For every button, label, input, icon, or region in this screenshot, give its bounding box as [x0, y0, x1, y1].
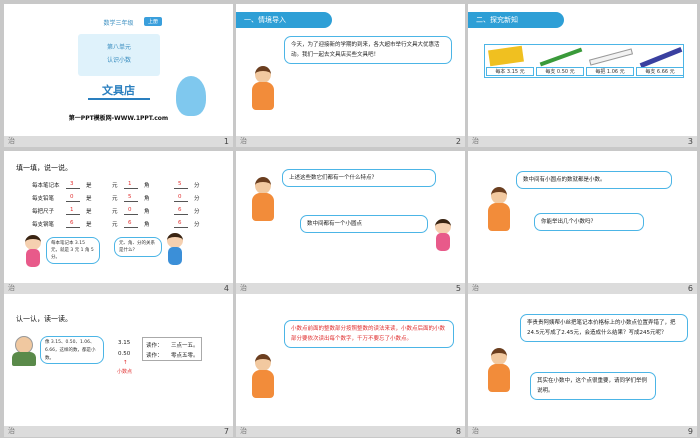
ruler-illustration	[588, 48, 634, 66]
speech-bubble: 数中间有小圆点的数就都是小数。	[516, 171, 672, 189]
slide-thumbnail-2[interactable]: 一、情境导入 今天，为了迎接新的学期的到来，各大超市举行文具大优惠活动。我们一起…	[236, 4, 465, 147]
slide-sorter-grid: 数学三年级 上册 第八单元 认识小数 文具店 第一PPT模板网-WWW.1PPT…	[0, 0, 700, 438]
slide-thumbnail-1[interactable]: 数学三年级 上册 第八单元 认识小数 文具店 第一PPT模板网-WWW.1PPT…	[4, 4, 233, 147]
unit-label: 第八单元	[106, 44, 131, 51]
slide-number: 9	[687, 427, 693, 436]
volume-badge: 上册	[144, 17, 163, 26]
slide-number: 8	[455, 427, 461, 436]
slide-number: 7	[223, 427, 229, 436]
grade-label: 数学三年级	[103, 20, 134, 27]
slide-footer: 治 4	[4, 283, 233, 294]
reading-box: 读作： 三点一五。 读作： 零点五零。	[142, 337, 202, 361]
kid-speech-bubble: 元、角、分的关系是什么？	[114, 237, 162, 257]
table-row: 每把尺子 1 是 元 0 角 6 分	[32, 207, 200, 215]
price-label: 每支 0.50 元	[536, 67, 584, 76]
footer-mark: 治	[8, 137, 15, 145]
unit-card: 第八单元 认识小数	[78, 34, 160, 76]
speech-bubble: 像 3.15、0.50、1.06、6.66，这样的数，都是小数。	[40, 336, 104, 364]
notebook-illustration	[488, 45, 524, 67]
slide-footer: 治 3	[468, 136, 697, 147]
slide-footer: 治 7	[4, 426, 233, 437]
example-number: 3.15	[118, 340, 131, 346]
teacher-illustration	[484, 187, 514, 235]
teacher-illustration	[248, 354, 278, 402]
speech-bubble: 小数点前面的整数部分按照整数的读法来读，小数点后面的小数部分要依次读出每个数字，…	[284, 320, 454, 348]
topic-label: 认识小数	[106, 57, 131, 64]
table-row: 每本笔记本 3 是 元 1 角 5 分	[32, 181, 200, 189]
teacher-illustration	[484, 348, 514, 396]
teacher-illustration	[248, 66, 278, 114]
girl-illustration	[432, 219, 454, 253]
kid-speech-bubble: 每本笔记本 3.15 元，就是 3 元 1 角 5 分。	[46, 237, 100, 264]
slide-footer: 治 5	[236, 283, 465, 294]
table-row: 每支钢笔 6 是 元 6 角 6 分	[32, 220, 200, 228]
speech-bubble: 今天，为了迎接新的学期的到来，各大超市举行文具大优惠活动。我们一起去文具店买些文…	[284, 36, 452, 64]
slide-thumbnail-4[interactable]: 填一填，说一说。 每本笔记本 3 是 元 1 角 5 分 每支铅笔 0 是 元 …	[4, 151, 233, 294]
price-label: 每本 3.15 元	[486, 67, 534, 76]
boy-illustration	[164, 233, 186, 267]
slide-footer: 治 2	[236, 136, 465, 147]
decimal-point-label: 小数点	[117, 369, 133, 375]
speech-bubble: 上述这些数它们都有一个什么特点？	[282, 169, 436, 187]
arrow-up-icon: ↑	[123, 360, 128, 366]
price-label: 每把 1.06 元	[586, 67, 634, 76]
title-underline	[88, 98, 150, 100]
slide-footer: 治 8	[236, 426, 465, 437]
table-row: 每支铅笔 0 是 元 5 角 0 分	[32, 194, 200, 202]
teacher-illustration	[248, 177, 278, 225]
example-number: 0.50	[118, 351, 131, 357]
slide-heading: 填一填，说一说。	[16, 164, 72, 172]
slide-thumbnail-6[interactable]: 数中间有小圆点的数就都是小数。 你能举出几个小数吗？ 治 6	[468, 151, 697, 294]
price-strip: 每本 3.15 元 每支 0.50 元 每把 1.06 元 每支 6.66 元	[484, 44, 684, 78]
slide-thumbnail-7[interactable]: 认一认，读一读。 像 3.15、0.50、1.06、6.66，这样的数，都是小数…	[4, 294, 233, 437]
speech-bubble: 李贵贵阿姨帮小丝把笔记本价格标上的小数点位置弄错了，把24.5元写成了2.45元…	[520, 314, 688, 342]
girl-illustration	[22, 235, 44, 269]
dolphin-illustration	[176, 76, 206, 116]
slide-number: 6	[687, 284, 693, 293]
slide-number: 2	[455, 137, 461, 146]
slide-number: 4	[223, 284, 229, 293]
grandpa-illustration	[12, 336, 42, 366]
slide-footer: 治 6	[468, 283, 697, 294]
speech-bubble: 数中间都有一个小圆点	[300, 215, 428, 233]
section-title-bar: 二、探究新知	[468, 12, 564, 28]
slide-thumbnail-3[interactable]: 二、探究新知 每本 3.15 元 每支 0.50 元 每把 1.06 元 每支 …	[468, 4, 697, 147]
price-label: 每支 6.66 元	[636, 67, 684, 76]
slide-footer: 治 1	[4, 136, 233, 147]
slide-number: 3	[687, 137, 693, 146]
slide-number: 5	[455, 284, 461, 293]
section-title-bar: 一、情境导入	[236, 12, 332, 28]
fill-in-table: 每本笔记本 3 是 元 1 角 5 分 每支铅笔 0 是 元 5 角 0 分 每…	[32, 179, 212, 231]
slide-thumbnail-5[interactable]: 上述这些数它们都有一个什么特点？ 数中间都有一个小圆点 治 5	[236, 151, 465, 294]
pencil-illustration	[539, 47, 583, 67]
slide-heading: 认一认，读一读。	[16, 315, 72, 323]
slide-thumbnail-9[interactable]: 李贵贵阿姨帮小丝把笔记本价格标上的小数点位置弄错了，把24.5元写成了2.45元…	[468, 294, 697, 437]
speech-bubble: 其实在小数中，这个点很重要，请同学们举例说明。	[530, 372, 656, 400]
slide-footer: 治 9	[468, 426, 697, 437]
speech-bubble: 你能举出几个小数吗？	[534, 213, 644, 231]
pen-illustration	[639, 46, 683, 69]
slide-thumbnail-8[interactable]: 小数点前面的整数部分按照整数的读法来读，小数点后面的小数部分要依次读出每个数字，…	[236, 294, 465, 437]
slide-number: 1	[223, 137, 229, 146]
